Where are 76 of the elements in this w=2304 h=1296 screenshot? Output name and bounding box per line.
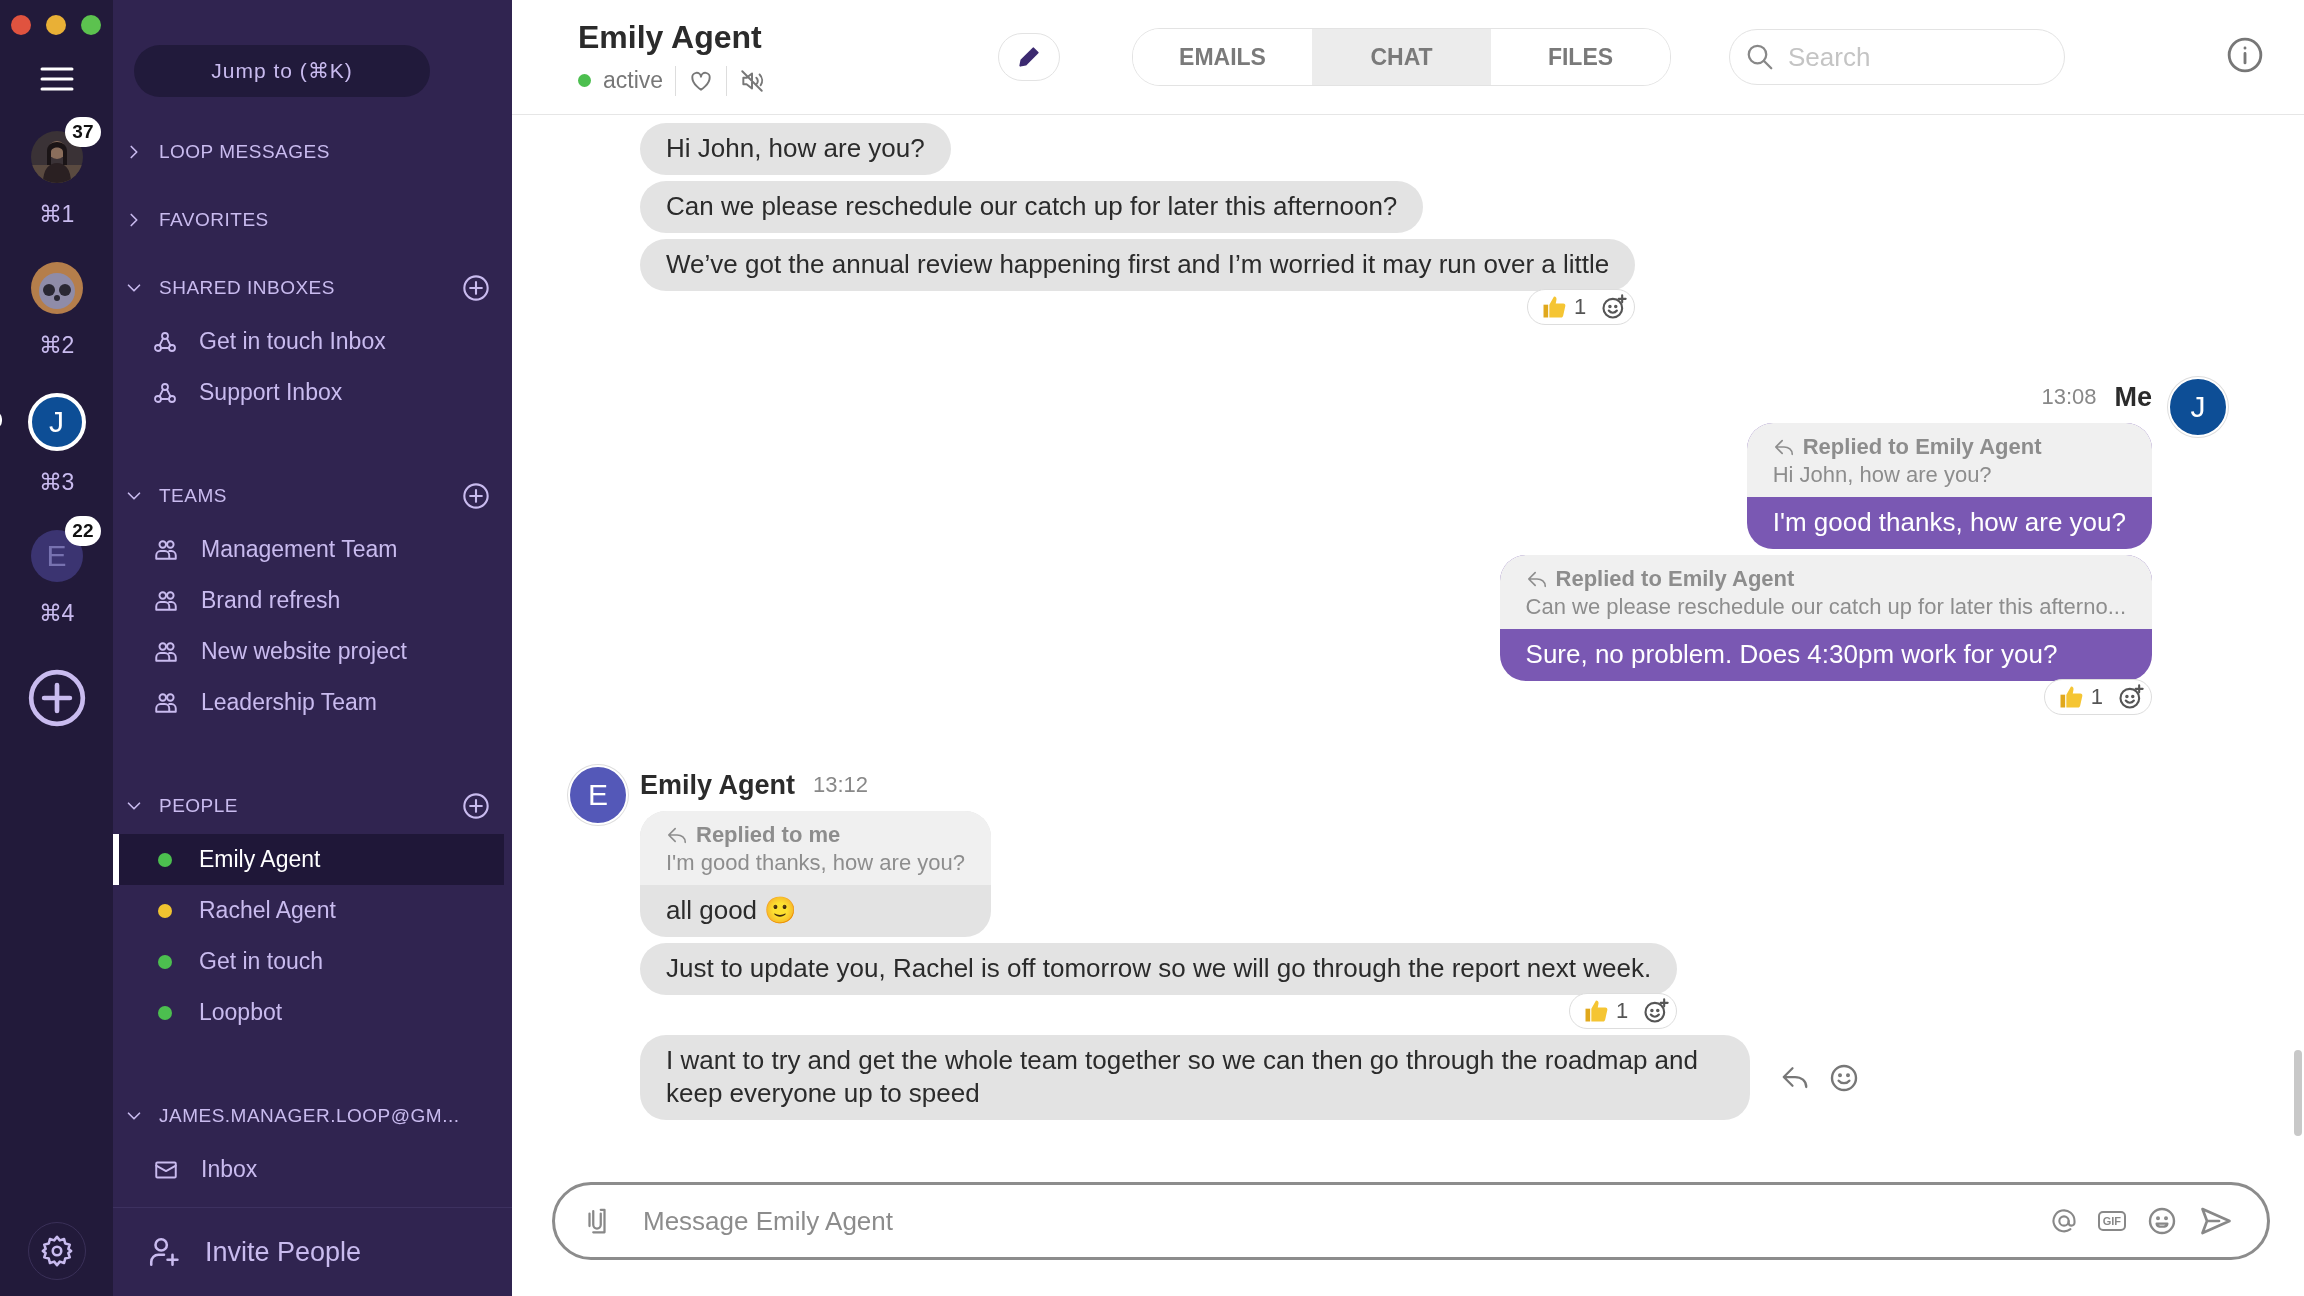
message-text: Just to update you, Rachel is off tomorrow so we will go through the report next week. — [666, 952, 1652, 985]
sender-name: Me — [2114, 381, 2152, 413]
invite-people-button[interactable]: Invite People — [147, 1235, 362, 1269]
sidebar-item[interactable]: New website project — [113, 626, 504, 677]
sidebar-item[interactable]: Rachel Agent — [113, 885, 504, 936]
close-button[interactable] — [11, 15, 31, 35]
add-icon — [462, 482, 490, 510]
quoted-text: Hi John, how are you? — [1772, 461, 1993, 489]
message-text: all good 🙂 — [666, 894, 797, 927]
unread-badge: 22 — [65, 516, 101, 546]
section-heading[interactable]: PEOPLE — [159, 795, 448, 817]
sidebar-item[interactable]: Inbox — [113, 1144, 504, 1195]
sidebar-item[interactable]: Emily Agent — [113, 834, 504, 885]
mention-icon — [2049, 1207, 2078, 1235]
jump-to-button[interactable]: Jump to (⌘K) — [134, 45, 430, 97]
scrollbar[interactable] — [2294, 1050, 2302, 1136]
minimize-button[interactable] — [46, 15, 66, 35]
search-field[interactable]: Search — [1729, 29, 2065, 85]
reaction-count[interactable]: 1 — [2090, 684, 2103, 710]
add-person-icon — [147, 1235, 181, 1269]
settings-icon — [39, 1234, 74, 1268]
reply-label: Replied to Emily Agent — [1555, 565, 1795, 593]
sidebar-item[interactable]: Get in touch — [113, 936, 504, 987]
quoted-text: Can we please reschedule our catch up for later this afterno... — [1525, 593, 2126, 621]
add-reaction-icon — [1642, 997, 1671, 1025]
sidebar-item[interactable]: Leadership Team — [113, 677, 504, 728]
mute-icon — [739, 67, 766, 94]
info-icon — [2226, 36, 2264, 74]
message-text: Sure, no problem. Does 4:30pm work for you? — [1525, 638, 2058, 671]
add-reaction-icon — [1600, 293, 1629, 321]
message-text: We’ve got the annual review happening first and I’m worried it may run over a little — [666, 248, 1610, 281]
animal-face-icon — [30, 262, 83, 314]
shortcut-label: ⌘1 — [38, 201, 75, 228]
reply-label: Replied to me — [696, 821, 841, 849]
reaction-count[interactable]: 1 — [1615, 998, 1629, 1024]
sidebar-item[interactable]: Management Team — [113, 524, 504, 575]
shortcut-label: ⌘2 — [38, 332, 75, 359]
shortcut-label: ⌘3 — [38, 469, 75, 496]
message-text: I want to try and get the whole team together so we can then go through the roadmap and keep everyone up to speed — [666, 1044, 1699, 1110]
avatar[interactable]: J — [27, 393, 86, 451]
section-heading[interactable]: LOOP MESSAGES — [159, 141, 490, 163]
user-avatar[interactable]: E — [568, 765, 628, 825]
people-triangle-icon — [153, 380, 177, 405]
search-icon — [1745, 42, 1775, 72]
message-text: I'm good thanks, how are you? — [1772, 506, 2126, 539]
sidebar-item[interactable]: Get in touch Inbox — [113, 316, 504, 367]
user-avatar[interactable]: J — [2168, 377, 2228, 437]
tab[interactable]: CHAT — [1312, 29, 1491, 85]
message-text: Can we please reschedule our catch up for later this afternoon? — [666, 190, 1398, 223]
status-label: active — [603, 67, 664, 94]
emoji-icon — [2146, 1205, 2178, 1237]
shortcut-label: ⌘4 — [38, 600, 75, 627]
message-time: 13:12 — [813, 772, 869, 798]
section-heading[interactable]: FAVORITES — [159, 209, 490, 231]
section-heading[interactable]: TEAMS — [159, 485, 448, 507]
unread-badge: 37 — [65, 117, 101, 147]
add-icon — [462, 274, 490, 302]
zoom-button[interactable] — [81, 15, 101, 35]
section-heading[interactable]: SHARED INBOXES — [159, 277, 448, 299]
compose-button[interactable] — [998, 33, 1060, 81]
add-icon — [462, 792, 490, 820]
people-triangle-icon — [153, 329, 177, 354]
section-heading[interactable]: JAMES.MANAGER.LOOP@GM... — [159, 1105, 490, 1127]
sidebar-item[interactable]: Support Inbox — [113, 367, 504, 418]
reply-label: Replied to Emily Agent — [1802, 433, 2042, 461]
sender-name: Emily Agent — [640, 769, 796, 801]
add-reaction-icon — [2117, 683, 2145, 711]
quoted-text: I'm good thanks, how are you? — [666, 849, 965, 877]
pencil-icon — [1016, 44, 1042, 70]
gif-button[interactable]: GIF — [2097, 1211, 2126, 1231]
reaction-count[interactable]: 1 — [1573, 294, 1587, 320]
sidebar-item[interactable]: Brand refresh — [113, 575, 504, 626]
message-time: 13:08 — [2041, 384, 2097, 410]
sidebar-item[interactable]: Loopbot — [113, 987, 504, 1038]
conversation-title: Emily Agent — [578, 18, 763, 56]
message-text: Hi John, how are you? — [666, 132, 925, 165]
